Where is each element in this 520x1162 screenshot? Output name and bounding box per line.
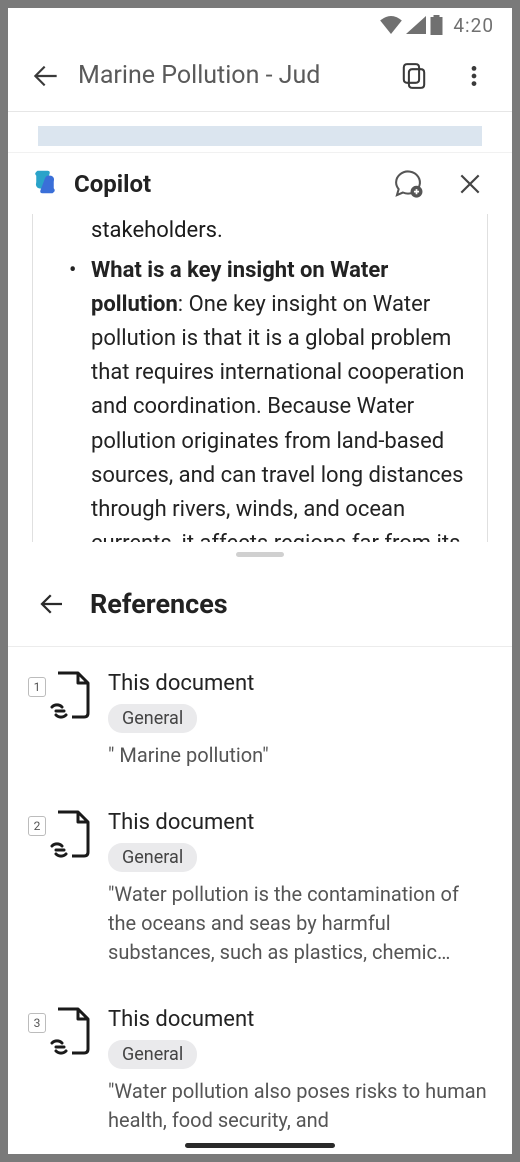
copilot-response-pane[interactable]: stakeholders. What is a key insight on W… [8, 214, 512, 542]
reference-snippet: "Water pollution is the contamination of… [108, 880, 490, 967]
back-button[interactable] [18, 48, 74, 104]
response-fragment: stakeholders. [69, 214, 467, 248]
copilot-logo-icon [30, 167, 60, 201]
clock-text: 4:20 [453, 14, 494, 37]
reference-snippet: "Water pollution also poses risks to hum… [108, 1077, 490, 1135]
reference-number: 1 [28, 677, 46, 697]
reference-item[interactable]: 2 This document General "Water pollution… [30, 810, 490, 967]
reference-badge: General [108, 704, 197, 733]
reference-title: This document [108, 1007, 490, 1032]
status-bar: 4:20 [8, 8, 512, 40]
references-header: References [8, 566, 512, 647]
reference-number: 3 [28, 1013, 46, 1033]
references-list[interactable]: 1 This document General " Marine polluti… [8, 647, 512, 1154]
copilot-app-icon[interactable] [386, 48, 442, 104]
references-back-button[interactable] [32, 584, 72, 624]
response-bullet-body: : One key insight on Water pollution is … [91, 292, 464, 542]
reference-title: This document [108, 810, 490, 835]
app-bar: Marine Pollution - Jud [8, 40, 512, 112]
copilot-title: Copilot [74, 170, 370, 198]
battery-icon [430, 15, 443, 35]
wifi-icon [380, 16, 402, 34]
document-link-icon [46, 1007, 92, 1061]
response-bullet: What is a key insight on Water pollution… [69, 254, 467, 542]
document-preview-strip [8, 112, 512, 152]
overflow-menu-icon[interactable] [446, 48, 502, 104]
reference-badge: General [108, 1040, 197, 1069]
drag-handle[interactable] [8, 542, 512, 566]
cellular-icon [406, 16, 426, 34]
reference-item[interactable]: 1 This document General " Marine polluti… [30, 671, 490, 770]
reference-number: 2 [28, 816, 46, 836]
reference-title: This document [108, 671, 490, 696]
close-icon[interactable] [446, 156, 494, 212]
new-chat-icon[interactable] [384, 156, 432, 212]
copilot-header: Copilot [8, 152, 512, 214]
home-indicator[interactable] [185, 1143, 335, 1148]
reference-badge: General [108, 843, 197, 872]
references-title: References [90, 588, 228, 620]
page-title: Marine Pollution - Jud [78, 61, 382, 90]
document-link-icon [46, 671, 92, 725]
reference-snippet: " Marine pollution" [108, 741, 490, 770]
document-link-icon [46, 810, 92, 864]
reference-item[interactable]: 3 This document General "Water pollution… [30, 1007, 490, 1135]
